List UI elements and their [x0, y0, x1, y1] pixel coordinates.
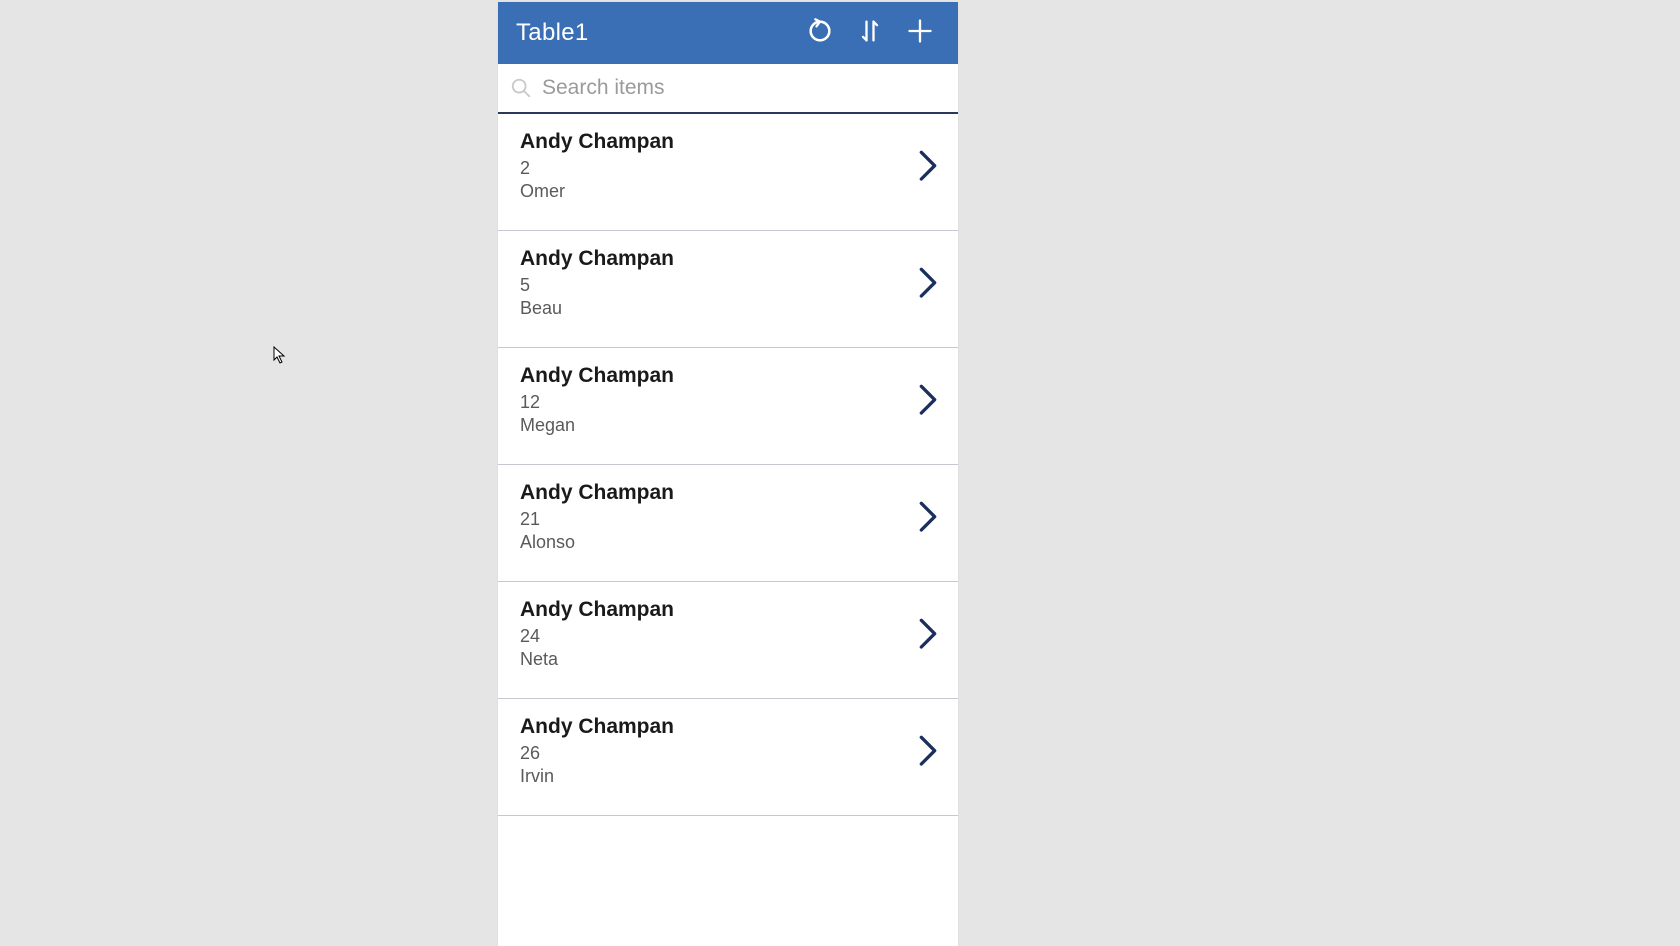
list-item[interactable]: Andy Champan 12 Megan — [498, 348, 958, 465]
chevron-right-icon — [918, 269, 938, 297]
cursor-pointer — [273, 346, 287, 369]
list-item-subtitle: 21 — [520, 509, 918, 530]
list-item[interactable]: Andy Champan 24 Neta — [498, 582, 958, 699]
chevron-right-icon — [918, 503, 938, 531]
list-item-title: Andy Champan — [520, 130, 918, 154]
list-item-content: Andy Champan 26 Irvin — [520, 715, 918, 787]
header-title: Table1 — [516, 19, 792, 47]
search-bar — [498, 64, 958, 114]
list-item-title: Andy Champan — [520, 715, 918, 739]
search-icon — [510, 77, 532, 99]
list-item-body: Alonso — [520, 532, 918, 553]
list-item-body: Omer — [520, 181, 918, 202]
list-item-body: Megan — [520, 415, 918, 436]
refresh-button[interactable] — [798, 11, 842, 55]
chevron-right-icon — [918, 386, 938, 414]
list-item-content: Andy Champan 24 Neta — [520, 598, 918, 670]
list-item-title: Andy Champan — [520, 247, 918, 271]
chevron-right-icon — [918, 737, 938, 765]
list-item-title: Andy Champan — [520, 481, 918, 505]
list-item-content: Andy Champan 12 Megan — [520, 364, 918, 436]
list-item-body: Neta — [520, 649, 918, 670]
list-item[interactable]: Andy Champan 21 Alonso — [498, 465, 958, 582]
list-item-content: Andy Champan 5 Beau — [520, 247, 918, 319]
add-button[interactable] — [898, 11, 942, 55]
list-item[interactable]: Andy Champan 26 Irvin — [498, 699, 958, 816]
items-list[interactable]: Andy Champan 2 Omer Andy Champan 5 Beau … — [498, 114, 958, 946]
list-item[interactable]: Andy Champan 2 Omer — [498, 114, 958, 231]
app-frame: Table1 — [498, 2, 958, 946]
list-item-title: Andy Champan — [520, 364, 918, 388]
list-item-subtitle: 2 — [520, 158, 918, 179]
chevron-right-icon — [918, 152, 938, 180]
refresh-icon — [806, 17, 834, 50]
search-input[interactable] — [542, 76, 946, 100]
list-item-content: Andy Champan 21 Alonso — [520, 481, 918, 553]
list-item-subtitle: 5 — [520, 275, 918, 296]
list-item-subtitle: 24 — [520, 626, 918, 647]
list-item-title: Andy Champan — [520, 598, 918, 622]
sort-icon — [856, 17, 884, 50]
sort-button[interactable] — [848, 11, 892, 55]
list-item-body: Beau — [520, 298, 918, 319]
list-item-subtitle: 26 — [520, 743, 918, 764]
chevron-right-icon — [918, 620, 938, 648]
list-item-subtitle: 12 — [520, 392, 918, 413]
list-item-body: Irvin — [520, 766, 918, 787]
list-item-content: Andy Champan 2 Omer — [520, 130, 918, 202]
header: Table1 — [498, 2, 958, 64]
plus-icon — [906, 17, 934, 50]
list-item[interactable]: Andy Champan 5 Beau — [498, 231, 958, 348]
